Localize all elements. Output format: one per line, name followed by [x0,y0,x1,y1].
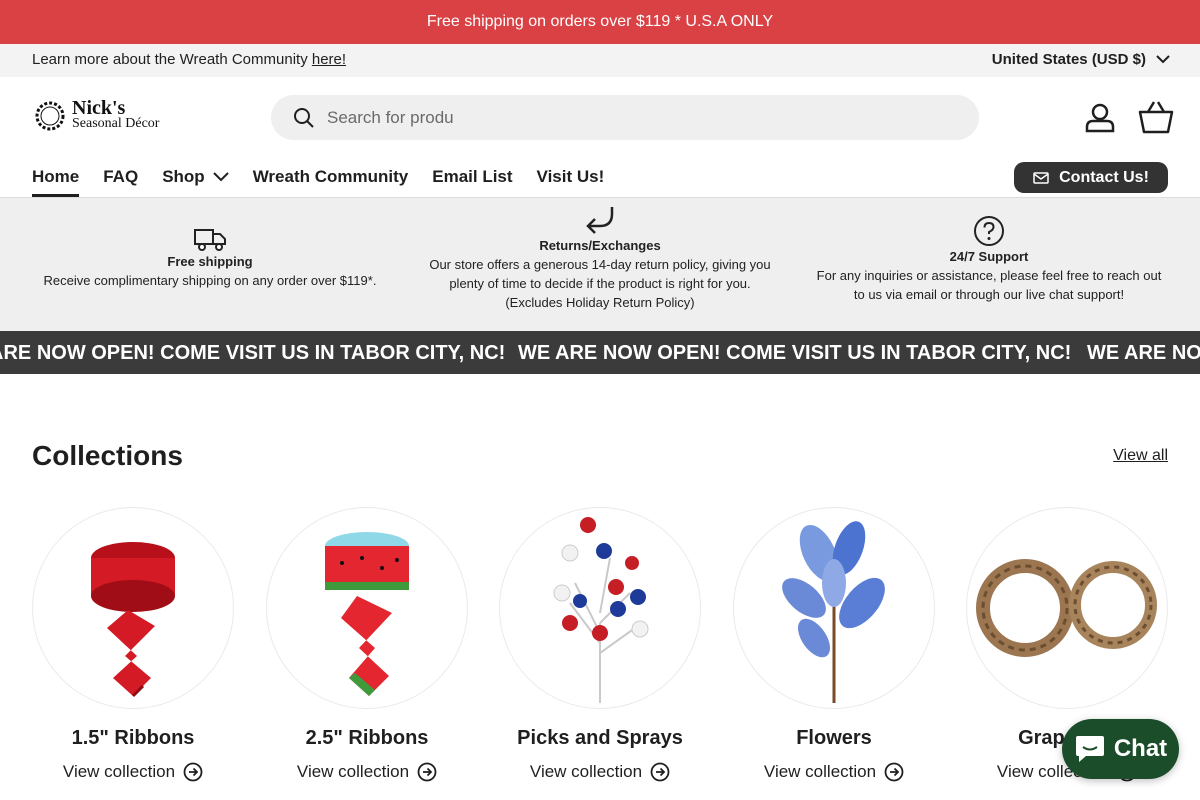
watermelon-ribbon-image [325,532,409,696]
collection-card[interactable]: Flowers View collection [733,507,935,782]
features-strip: Free shipping Receive complimentary ship… [0,198,1200,331]
nav-label: Visit Us! [536,167,605,186]
contact-label: Contact Us! [1059,168,1149,186]
search-input[interactable] [327,107,927,128]
collection-name[interactable]: Flowers [733,727,935,750]
question-icon [974,216,1004,246]
return-arrow-icon [586,207,614,234]
feature-note: (Excludes Holiday Return Policy) [505,295,695,310]
collections-heading: Collections [32,440,183,471]
feature-description: For any inquiries or assistance, please … [816,268,1162,302]
collection-image[interactable] [499,507,701,709]
contact-us-button[interactable]: Contact Us! [1014,162,1168,193]
nav-label: Wreath Community [252,167,409,186]
main-nav: Home FAQ Shop Wreath Community Email Lis… [32,160,604,197]
arrow-right-circle-icon [650,762,670,782]
truck-icon [194,229,226,251]
nav-wreath-community[interactable]: Wreath Community [253,160,409,197]
collection-card[interactable]: 2.5" Ribbons View collection [266,507,468,782]
search-bar[interactable] [271,95,979,140]
marquee-text: WE ARE NOW OPEN! COME VISIT US IN TABOR … [0,342,506,364]
mail-icon [1033,171,1049,184]
feature-description: Our store offers a generous 14-day retur… [429,257,771,291]
collection-name[interactable]: 2.5" Ribbons [266,727,468,750]
nav-visit-us[interactable]: Visit Us! [537,160,605,197]
collection-name[interactable]: Picks and Sprays [499,727,701,750]
collection-card[interactable]: Picks and Sprays View collection [499,507,701,782]
nav-email-list[interactable]: Email List [432,160,512,197]
feature-title: Returns/Exchanges [539,238,661,253]
announcement-marquee: WE ARE NOW OPEN! COME VISIT US IN TABOR … [0,331,1200,374]
nav-faq[interactable]: FAQ [103,160,138,197]
nav-home[interactable]: Home [32,160,80,197]
feature-free-shipping: Free shipping Receive complimentary ship… [30,226,390,290]
collection-name[interactable]: 1.5" Ribbons [32,727,234,750]
collection-image[interactable] [966,507,1168,709]
announcement-bar: Free shipping on orders over $119 * U.S.… [0,0,1200,44]
chat-label: Chat [1113,735,1168,762]
account-icon[interactable] [1084,101,1116,133]
feature-support: 24/7 Support For any inquiries or assist… [810,215,1168,304]
marquee-text: WE ARE NOW OPEN! COME VISIT US IN TABOR … [518,342,1072,364]
wreath-community-note: Learn more about the Wreath Community he… [32,51,346,68]
grapevine-wreath-image [976,559,1157,657]
country-selector[interactable]: United States (USD $) [992,51,1170,68]
collection-image[interactable] [733,507,935,709]
country-label: United States (USD $) [991,51,1146,68]
learn-text: Learn more about the Wreath Community [32,51,308,68]
feature-title: 24/7 Support [949,249,1029,264]
logo-text: Nick's Seasonal Décor [72,97,160,132]
store-logo[interactable]: Nick's Seasonal Décor [32,96,174,136]
nav-label: Shop [162,167,205,186]
collection-card[interactable]: 1.5" Ribbons View collection [32,507,234,782]
view-all-link[interactable]: View all [1113,447,1168,465]
nav-label: Home [32,167,80,186]
view-collection-label: View collection [529,762,643,781]
feature-title: Free shipping [167,254,253,269]
collection-image[interactable] [32,507,234,709]
logo-line-2: Seasonal Décor [72,116,160,131]
view-collection-label: View collection [763,762,877,781]
wreath-logo-icon [35,101,65,131]
chevron-down-icon [212,172,229,182]
wreath-community-link[interactable]: here! [312,51,346,68]
marquee-text: WE ARE NOW OPEN! COME VISIT US IN TABOR … [1087,342,1200,364]
arrow-right-circle-icon [183,762,203,782]
feature-description: Receive complimentary shipping on any or… [43,273,377,288]
red-ribbon-image [91,542,175,698]
announcement-text: Free shipping on orders over $119 * U.S.… [426,13,774,30]
feature-returns: Returns/Exchanges Our store offers a gen… [420,204,780,312]
view-collection-label: View collection [296,762,410,781]
arrow-right-circle-icon [884,762,904,782]
nav-label: FAQ [103,167,139,186]
nav-label: Email List [432,167,513,186]
logo-line-1: Nick's [72,97,126,119]
view-collection-link[interactable]: View collection [266,762,468,782]
collection-image[interactable] [266,507,468,709]
view-collection-link[interactable]: View collection [733,762,935,782]
blue-flower-image [782,521,885,703]
chevron-down-icon [1156,55,1170,64]
chat-button[interactable]: Chat [1062,719,1179,779]
view-collection-link[interactable]: View collection [499,762,701,782]
view-collection-link[interactable]: View collection [32,762,234,782]
arrow-right-circle-icon [417,762,437,782]
chat-bubble-icon [1075,736,1104,762]
nav-shop[interactable]: Shop [162,160,229,197]
search-icon[interactable] [293,107,315,129]
basket-icon[interactable] [1138,100,1174,134]
view-collection-label: View collection [62,762,176,781]
berry-pick-image [553,517,649,703]
utility-bar: Learn more about the Wreath Community he… [0,44,1200,77]
